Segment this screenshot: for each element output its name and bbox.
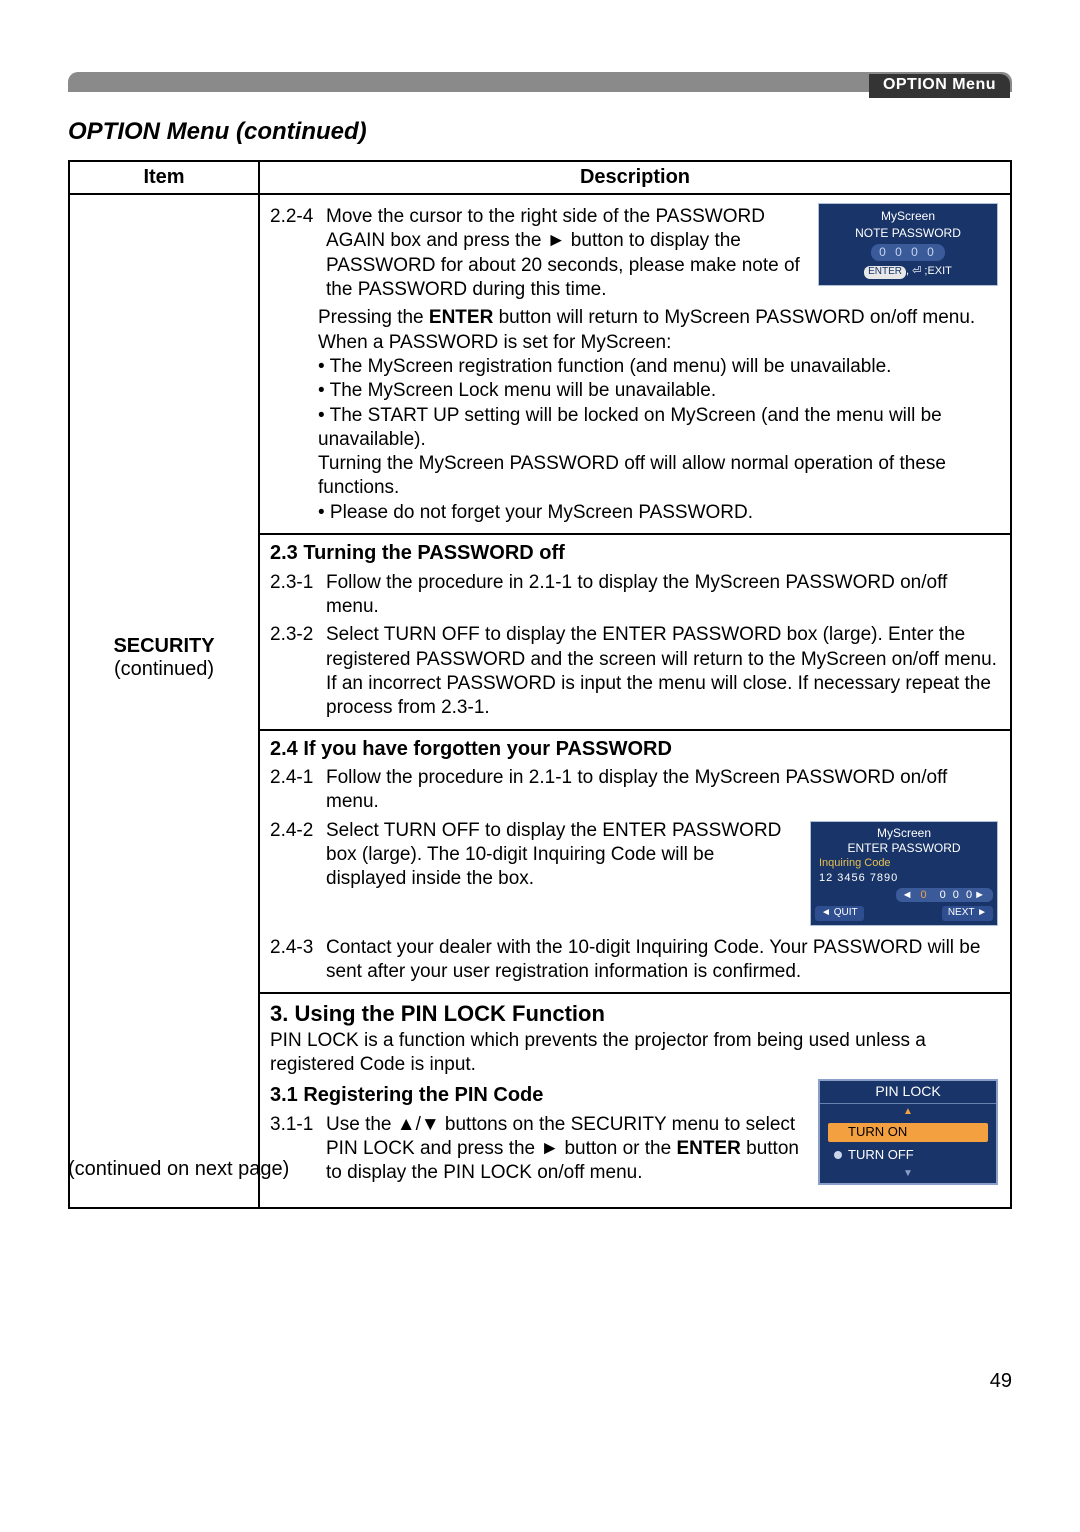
osd-note-footer: ENTER, ⏎ ;EXIT [819, 264, 997, 279]
bullet-1: • The MyScreen registration function (an… [318, 355, 1000, 379]
header-tab: OPTION Menu [869, 74, 1010, 98]
bullet-2: • The MyScreen Lock menu will be unavail… [318, 379, 1000, 403]
step-2-4-2: 2.4-2 Select TURN OFF to display the ENT… [270, 819, 798, 892]
radio-off-icon [834, 1151, 842, 1159]
step-text: Contact your dealer with the 10-digit In… [326, 936, 1000, 985]
continued-note: (continued on next page) [68, 1158, 289, 1181]
osd-pin-lock: PIN LOCK ▲ TURN ON TURN OFF ▼ [818, 1079, 998, 1185]
step-number: 2.2-4 [270, 205, 318, 302]
when-password-set: When a PASSWORD is set for MyScreen: [318, 331, 1000, 355]
page-number: 49 [990, 1370, 1012, 1393]
step-2-4-3: 2.4-3 Contact your dealer with the 10-di… [270, 936, 1000, 985]
inquiring-code-label: Inquiring Code [815, 856, 993, 870]
step-number: 2.4-1 [270, 766, 318, 815]
osd-enter-title: MyScreen [815, 826, 993, 841]
up-arrow-icon: ▲ [820, 1106, 996, 1119]
item-cell: SECURITY (continued) [69, 194, 259, 1208]
osd-enter-password: MyScreen ENTER PASSWORD Inquiring Code 1… [810, 821, 998, 926]
osd-note-digits: 0 0 0 0 [871, 244, 945, 261]
col-header-description: Description [259, 161, 1011, 194]
step-text: Select TURN OFF to display the ENTER PAS… [326, 624, 997, 669]
step-text: Move the cursor to the right side of the… [326, 206, 800, 300]
page-title: OPTION Menu (continued) [68, 118, 367, 146]
heading-2-4: 2.4 If you have forgotten your PASSWORD [270, 737, 1000, 763]
step-2-2-4: 2.2-4 Move the cursor to the right side … [270, 205, 806, 302]
bullet-3: • The START UP setting will be locked on… [318, 404, 1000, 453]
exit-label: EXIT [927, 265, 951, 277]
step-text: Use the ▲/▼ buttons on the SECURITY menu… [326, 1113, 806, 1186]
step-2-3-1: 2.3-1 Follow the procedure in 2.1-1 to d… [270, 571, 1000, 620]
item-continued: (continued) [70, 658, 258, 681]
radio-on-icon [834, 1128, 842, 1136]
osd-quit-button: ◄ QUIT [815, 906, 864, 921]
enter-key-label: ENTER [864, 266, 906, 279]
step-2-2-4-line2: Pressing the ENTER button will return to… [318, 306, 1000, 330]
section-2-3: 2.3 Turning the PASSWORD off 2.3-1 Follo… [260, 533, 1010, 720]
heading-2-3: 2.3 Turning the PASSWORD off [270, 541, 1000, 567]
inquiring-code-value: 12 3456 7890 [815, 871, 993, 885]
osd-enter-sub: ENTER PASSWORD [815, 841, 993, 856]
step-number: 2.3-1 [270, 571, 318, 620]
step-text: Select TURN OFF to display the ENTER PAS… [326, 819, 798, 892]
step-2-3-2: 2.3-2 Select TURN OFF to display the ENT… [270, 623, 1000, 720]
option-table: Item Description SECURITY (continued) My… [68, 160, 1012, 1209]
osd-enter-entry: ◄0 0 0 0► [896, 888, 993, 902]
step-3-1-1: 3.1-1 Use the ▲/▼ buttons on the SECURIT… [270, 1113, 806, 1186]
step-text-b: If an incorrect PASSWORD is input the me… [326, 673, 991, 718]
osd-pin-title: PIN LOCK [820, 1081, 996, 1104]
pin-turn-off-option: TURN OFF [828, 1146, 988, 1165]
col-header-item: Item [69, 161, 259, 194]
step-number: 2.3-2 [270, 623, 318, 720]
step-text: Follow the procedure in 2.1-1 to display… [326, 571, 1000, 620]
pin-turn-on-option: TURN ON [828, 1123, 988, 1142]
item-label: SECURITY [70, 635, 258, 658]
section-2-4: 2.4 If you have forgotten your PASSWORD … [260, 729, 1010, 985]
osd-note-title: MyScreen [819, 208, 997, 225]
turning-off-note: Turning the MyScreen PASSWORD off will a… [318, 452, 1000, 501]
step-number: 2.4-2 [270, 819, 318, 892]
osd-note-sub: NOTE PASSWORD [819, 225, 997, 242]
description-cell: MyScreen NOTE PASSWORD 0 0 0 0 ENTER, ⏎ … [259, 194, 1011, 1208]
step-2-4-1: 2.4-1 Follow the procedure in 2.1-1 to d… [270, 766, 1000, 815]
down-arrow-icon: ▼ [820, 1168, 996, 1181]
step-text: Follow the procedure in 2.1-1 to display… [326, 766, 1000, 815]
osd-note-password: MyScreen NOTE PASSWORD 0 0 0 0 ENTER, ⏎ … [818, 203, 998, 286]
section-3: 3. Using the PIN LOCK Function PIN LOCK … [260, 992, 1010, 1191]
heading-3: 3. Using the PIN LOCK Function [270, 1000, 1000, 1028]
bullet-4: • Please do not forget your MyScreen PAS… [318, 501, 1000, 525]
section-3-intro: PIN LOCK is a function which prevents th… [270, 1029, 1000, 1078]
step-number: 2.4-3 [270, 936, 318, 985]
osd-next-button: NEXT ► [942, 906, 993, 921]
